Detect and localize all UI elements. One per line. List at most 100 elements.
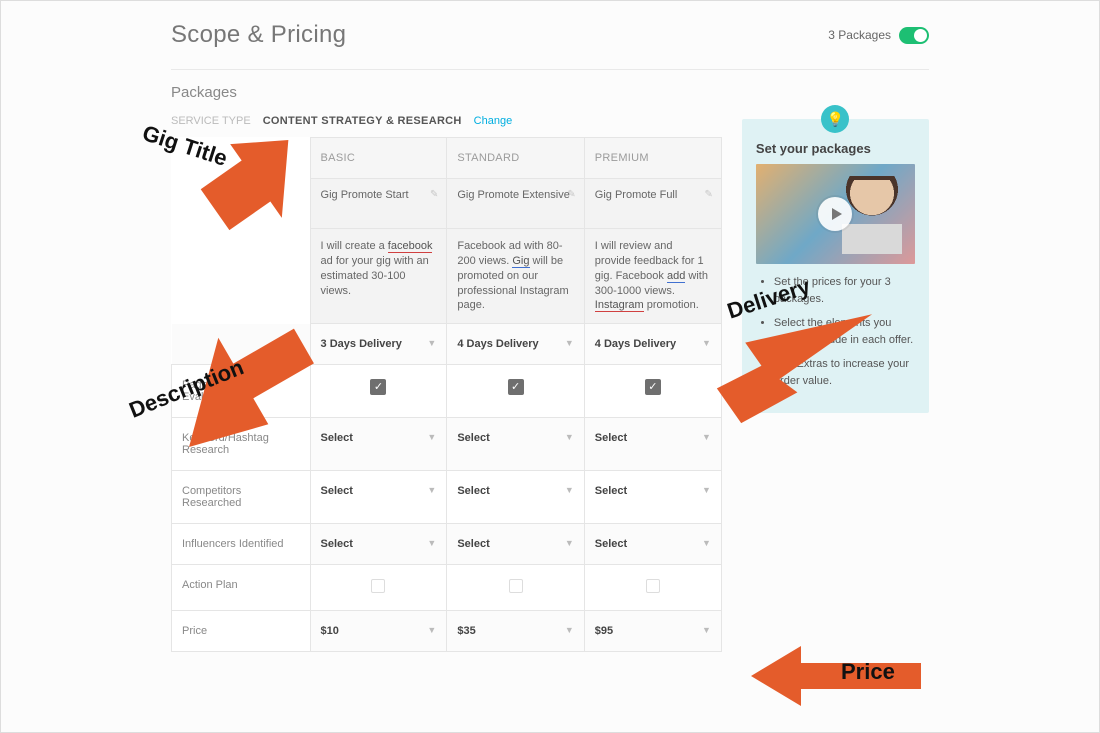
column-header-premium: PREMIUM <box>584 138 721 179</box>
chevron-down-icon: ▼ <box>565 432 574 442</box>
desc-text: ad for your gig with an estimated 30-100… <box>321 255 429 297</box>
edit-icon[interactable]: ✎ <box>705 189 713 200</box>
packages-table: BASIC STANDARD PREMIUM Gig Promote Start… <box>171 137 722 652</box>
competitors-select-basic[interactable]: Select ▼ <box>310 471 447 524</box>
chevron-down-icon: ▼ <box>427 432 436 442</box>
package-title-text: Gig Promote Extensive <box>457 189 570 201</box>
row-label-action_plan: Action Plan <box>172 565 311 611</box>
row-label-price: Price <box>172 611 311 652</box>
help-bullet: Select the elements you want to include … <box>774 315 915 348</box>
annotation-price: Price <box>841 659 895 685</box>
select-value: Select <box>595 432 627 444</box>
keyword_research-select-premium[interactable]: Select ▼ <box>584 418 721 471</box>
chevron-down-icon: ▼ <box>427 538 436 548</box>
row-label-page_channel_eval: Page/Channel Evaluation <box>172 365 311 418</box>
page_channel_eval-checkbox-standard[interactable]: ✓ <box>447 365 584 418</box>
package-title-text: Gig Promote Full <box>595 189 678 201</box>
help-video[interactable] <box>756 164 915 264</box>
lightbulb-icon: 💡 <box>821 105 849 133</box>
select-value: 3 Days Delivery <box>321 338 402 350</box>
checkbox-checked-icon: ✓ <box>370 379 386 395</box>
select-value: Select <box>457 538 489 550</box>
packages-toggle[interactable] <box>899 27 929 44</box>
row-label-influencers: Influencers Identified <box>172 524 311 565</box>
select-value: 4 Days Delivery <box>457 338 538 350</box>
service-type-change-link[interactable]: Change <box>474 115 513 127</box>
page_channel_eval-checkbox-premium[interactable]: ✓ <box>584 365 721 418</box>
chevron-down-icon: ▼ <box>565 485 574 495</box>
divider <box>171 69 929 70</box>
select-value: Select <box>595 538 627 550</box>
chevron-down-icon: ▼ <box>702 625 711 635</box>
help-card: 💡 Set your packages Set the prices for y… <box>742 119 929 413</box>
package-title-basic[interactable]: Gig Promote Start ✎ <box>310 179 447 229</box>
influencers-select-basic[interactable]: Select ▼ <box>310 524 447 565</box>
desc-highlight: facebook <box>388 240 433 253</box>
packages-section-label: Packages <box>171 84 929 101</box>
package-description-premium[interactable]: I will review and provide feedback for 1… <box>584 229 721 324</box>
desc-highlight: add <box>667 270 685 283</box>
chevron-down-icon: ▼ <box>427 625 436 635</box>
select-value: Select <box>321 485 353 497</box>
keyword_research-select-basic[interactable]: Select ▼ <box>310 418 447 471</box>
price-select-standard[interactable]: $35▼ <box>447 611 584 652</box>
package-title-premium[interactable]: Gig Promote Full ✎ <box>584 179 721 229</box>
chevron-down-icon: ▼ <box>702 338 711 348</box>
package-title-standard[interactable]: Gig Promote Extensive ✎ <box>447 179 584 229</box>
checkbox-unchecked-icon <box>371 579 385 593</box>
help-card-title: Set your packages <box>756 141 915 156</box>
chevron-down-icon: ▼ <box>427 485 436 495</box>
package-description-basic[interactable]: I will create a facebook ad for your gig… <box>310 229 447 324</box>
checkbox-checked-icon: ✓ <box>508 379 524 395</box>
select-value: Select <box>595 485 627 497</box>
delivery-select-standard[interactable]: 4 Days Delivery ▼ <box>447 324 584 365</box>
column-header-basic: BASIC <box>310 138 447 179</box>
select-value: 4 Days Delivery <box>595 338 676 350</box>
price-select-premium[interactable]: $95 ▼ <box>584 611 721 652</box>
help-bullet: Set the prices for your 3 packages. <box>774 274 915 307</box>
package-title-text: Gig Promote Start <box>321 189 409 201</box>
chevron-down-icon: ▼ <box>565 625 574 635</box>
desc-highlight: Gig <box>512 255 529 268</box>
chevron-down-icon: ▼ <box>427 338 436 348</box>
service-type-label: SERVICE TYPE <box>171 115 251 127</box>
select-value: Select <box>321 538 353 550</box>
select-value: Select <box>321 432 353 444</box>
influencers-select-premium[interactable]: Select▼ <box>584 524 721 565</box>
influencers-select-standard[interactable]: Select ▼ <box>447 524 584 565</box>
action_plan-checkbox-premium[interactable] <box>584 565 721 611</box>
competitors-select-premium[interactable]: Select ▼ <box>584 471 721 524</box>
edit-icon[interactable]: ✎ <box>430 189 438 200</box>
chevron-down-icon: ▼ <box>565 538 574 548</box>
action_plan-checkbox-basic[interactable] <box>310 565 447 611</box>
desc-text: promotion. <box>644 299 699 311</box>
play-icon[interactable] <box>818 197 852 231</box>
competitors-select-standard[interactable]: Select▼ <box>447 471 584 524</box>
desc-text: I will create a <box>321 240 388 252</box>
packages-toggle-label: 3 Packages <box>828 28 891 42</box>
delivery-select-basic[interactable]: 3 Days Delivery ▼ <box>310 324 447 365</box>
edit-icon[interactable]: ✎ <box>567 189 575 200</box>
column-header-standard: STANDARD <box>447 138 584 179</box>
chevron-down-icon: ▼ <box>702 485 711 495</box>
select-value: $95 <box>595 625 613 637</box>
keyword_research-select-standard[interactable]: Select ▼ <box>447 418 584 471</box>
select-value: $10 <box>321 625 339 637</box>
chevron-down-icon: ▼ <box>565 338 574 348</box>
checkbox-unchecked-icon <box>646 579 660 593</box>
price-select-basic[interactable]: $10 ▼ <box>310 611 447 652</box>
select-value: Select <box>457 432 489 444</box>
delivery-select-premium[interactable]: 4 Days Delivery ▼ <box>584 324 721 365</box>
package-description-standard[interactable]: Facebook ad with 80-200 views. Gig will … <box>447 229 584 324</box>
chevron-down-icon: ▼ <box>702 432 711 442</box>
desc-highlight: Instagram <box>595 299 644 312</box>
help-bullet: Add Extras to increase your order value. <box>774 356 915 389</box>
row-label-keyword_research: Keyword/Hashtag Research <box>172 418 311 471</box>
checkbox-checked-icon: ✓ <box>645 379 661 395</box>
help-bullets: Set the prices for your 3 packages. Selec… <box>756 274 915 389</box>
page_channel_eval-checkbox-basic[interactable]: ✓ <box>310 365 447 418</box>
row-label-competitors: Competitors Researched <box>172 471 311 524</box>
page-title: Scope & Pricing <box>171 21 346 49</box>
service-type-value: CONTENT STRATEGY & RESEARCH <box>263 115 462 127</box>
action_plan-checkbox-standard[interactable] <box>447 565 584 611</box>
